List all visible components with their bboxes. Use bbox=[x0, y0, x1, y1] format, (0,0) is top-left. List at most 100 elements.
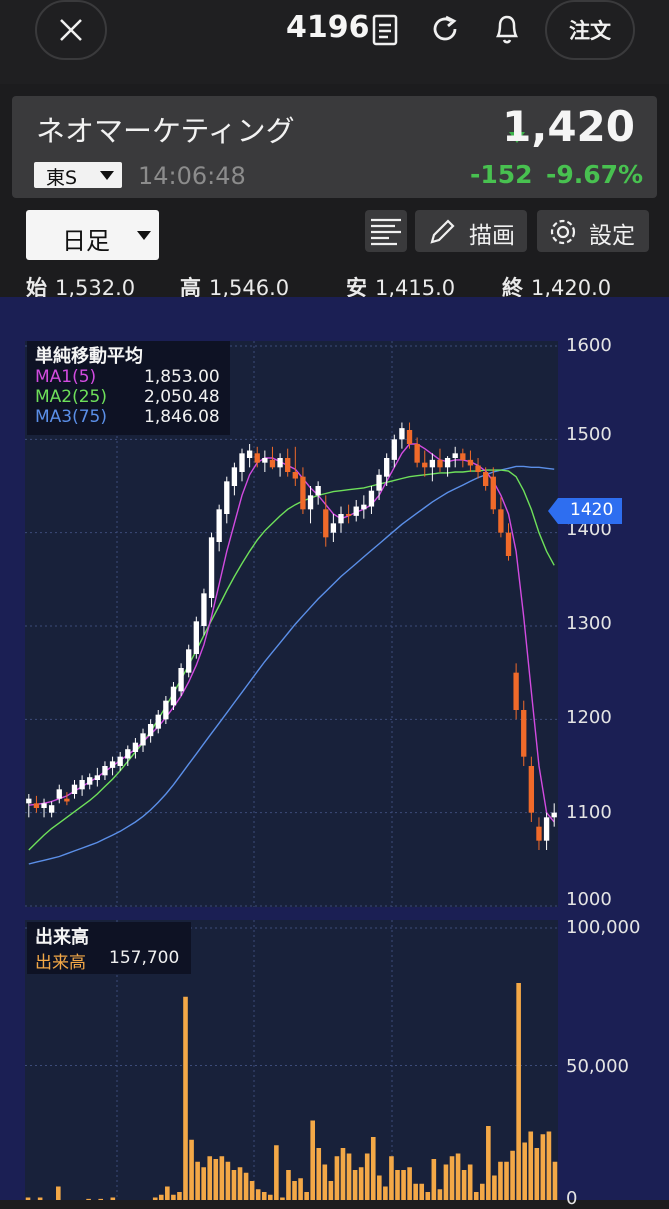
candle-body bbox=[444, 458, 451, 468]
document-icon[interactable] bbox=[372, 14, 398, 46]
volume-bar bbox=[249, 1181, 255, 1203]
candle-body bbox=[117, 756, 123, 766]
stock-name: ネオマーケティング bbox=[36, 114, 295, 148]
candle-body bbox=[353, 506, 359, 516]
candle-body bbox=[300, 476, 306, 510]
candle-body bbox=[186, 649, 192, 673]
volume-bar bbox=[443, 1164, 449, 1203]
price-change-percent: -9.67% bbox=[546, 160, 644, 189]
candle-body bbox=[391, 439, 397, 460]
candle-body bbox=[208, 537, 215, 598]
volume-bar bbox=[364, 1153, 370, 1203]
ma3-line bbox=[28, 465, 555, 865]
candle-body bbox=[437, 459, 443, 468]
volume-bar bbox=[316, 1148, 322, 1203]
volume-bar bbox=[286, 1170, 291, 1203]
volume-bar bbox=[419, 1183, 425, 1203]
volume-axis-tick: 100,000 bbox=[566, 917, 641, 938]
order-button[interactable]: 注文 bbox=[545, 0, 635, 60]
ma2-value: 2,050.48 bbox=[144, 387, 220, 407]
candle-body bbox=[125, 749, 131, 759]
bell-icon[interactable] bbox=[492, 12, 522, 46]
volume-bar bbox=[383, 1186, 388, 1203]
period-label: 日足 bbox=[62, 227, 110, 255]
candle-body bbox=[536, 826, 542, 841]
market-label: 東S bbox=[46, 167, 78, 189]
volume-bar bbox=[261, 1192, 267, 1203]
volume-bar bbox=[225, 1161, 231, 1203]
candle-body bbox=[323, 509, 329, 538]
volume-bar bbox=[522, 1142, 527, 1203]
candle-body bbox=[56, 789, 62, 799]
ma3-value: 1,846.08 bbox=[144, 407, 220, 427]
volume-bar bbox=[298, 1178, 303, 1203]
volume-bar bbox=[437, 1189, 443, 1203]
candle-body bbox=[71, 784, 78, 794]
candle-body bbox=[147, 724, 154, 737]
refresh-icon[interactable] bbox=[430, 14, 460, 44]
order-label: 注文 bbox=[569, 19, 611, 43]
ma-legend: 単純移動平均 MA1(5) 1,853.00 MA2(25) 2,050.48 … bbox=[27, 341, 230, 435]
price-change: -152 bbox=[470, 160, 533, 189]
market-select[interactable]: 東S bbox=[34, 162, 122, 189]
volume-bar bbox=[322, 1164, 328, 1203]
candle-body bbox=[551, 812, 557, 818]
chevron-down-icon bbox=[100, 171, 114, 180]
volume-bar bbox=[498, 1161, 503, 1203]
volume-legend-title: 出来高 bbox=[35, 927, 89, 948]
candle-body bbox=[178, 668, 184, 692]
draw-button[interactable]: 描画 bbox=[415, 210, 527, 252]
candle-body bbox=[285, 458, 291, 472]
current-price-tag: 1420 bbox=[548, 498, 622, 524]
volume-axis-tick: 50,000 bbox=[566, 1056, 629, 1077]
candle-body bbox=[109, 761, 116, 768]
volume-bar bbox=[377, 1175, 382, 1203]
volume-bar bbox=[534, 1148, 540, 1203]
pencil-icon bbox=[430, 219, 455, 244]
close-button[interactable] bbox=[35, 0, 107, 60]
volume-bar bbox=[183, 996, 188, 1203]
volume-bar bbox=[177, 1192, 182, 1203]
volume-bar bbox=[340, 1148, 346, 1203]
volume-bar bbox=[219, 1156, 225, 1203]
candle-body bbox=[513, 672, 519, 710]
volume-bar bbox=[292, 1181, 297, 1203]
volume-bar bbox=[425, 1192, 431, 1203]
volume-bar bbox=[479, 1183, 485, 1203]
volume-bar bbox=[370, 1137, 376, 1203]
candle-body bbox=[368, 490, 375, 507]
candle-body bbox=[155, 714, 161, 729]
volume-bar bbox=[407, 1167, 412, 1203]
candle-body bbox=[94, 775, 101, 780]
list-view-button[interactable] bbox=[365, 210, 407, 252]
volume-bar bbox=[310, 1120, 316, 1203]
volume-value: 157,700 bbox=[109, 948, 180, 968]
candle-body bbox=[201, 593, 207, 626]
volume-legend: 出来高 出来高 157,700 bbox=[27, 922, 191, 974]
volume-bar bbox=[171, 1194, 176, 1203]
candle-body bbox=[467, 459, 474, 466]
candle-body bbox=[262, 458, 268, 463]
close-icon bbox=[60, 19, 82, 41]
candle-body bbox=[307, 495, 314, 510]
price-axis-tick: 1000 bbox=[566, 889, 612, 910]
candle-body bbox=[277, 458, 283, 468]
candle-body bbox=[48, 805, 55, 813]
period-select[interactable]: 日足 bbox=[26, 210, 159, 260]
volume-bar bbox=[189, 1139, 194, 1203]
volume-bar bbox=[540, 1134, 546, 1203]
volume-bar bbox=[231, 1170, 237, 1203]
volume-bar bbox=[346, 1153, 352, 1203]
volume-series-label: 出来高 bbox=[35, 953, 86, 973]
volume-bar bbox=[352, 1170, 358, 1203]
candle-body bbox=[163, 700, 169, 720]
settings-button[interactable]: 設定 bbox=[537, 210, 649, 252]
candle-body bbox=[543, 817, 550, 841]
candle-body bbox=[315, 486, 321, 496]
top-bar: 4196 注文 bbox=[0, 0, 669, 84]
price-axis-tick: 1100 bbox=[566, 802, 612, 823]
candle-body bbox=[79, 780, 85, 790]
volume-bar bbox=[274, 1145, 279, 1203]
candle-body bbox=[490, 476, 496, 510]
ma1-line bbox=[28, 443, 555, 823]
